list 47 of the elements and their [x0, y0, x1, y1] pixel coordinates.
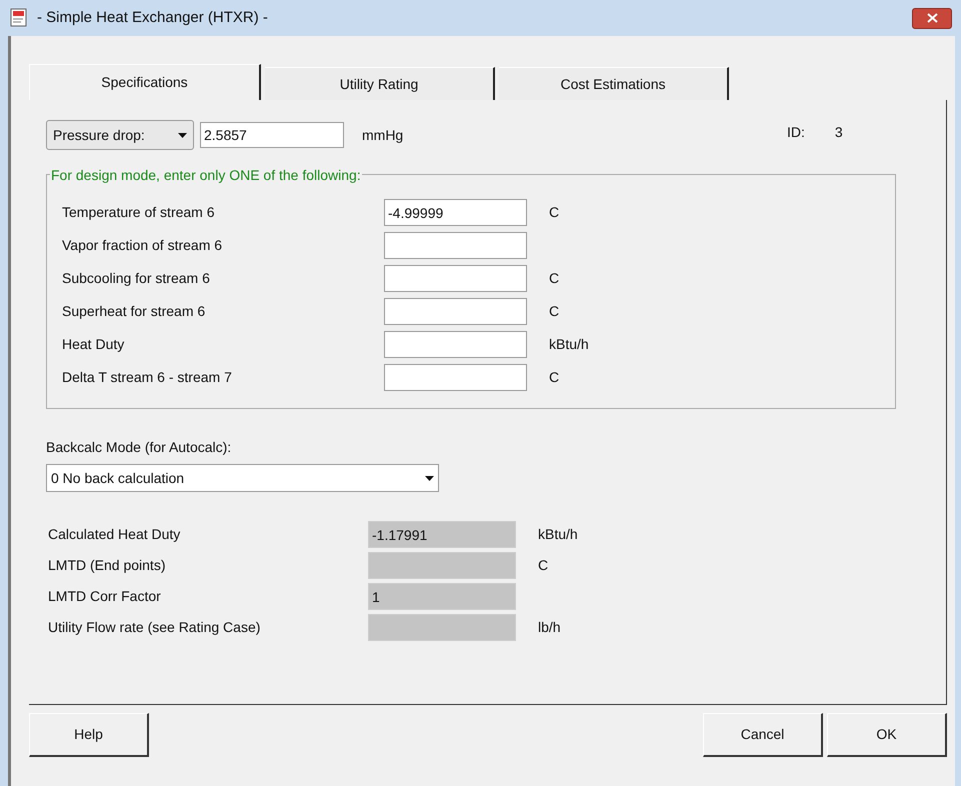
unit-label: C — [538, 556, 548, 575]
field-label: Subcooling for stream 6 — [62, 269, 211, 288]
id-label: ID: — [787, 123, 805, 142]
input-field[interactable] — [384, 265, 527, 292]
dialog-button[interactable]: OK — [827, 713, 947, 757]
tab[interactable]: Cost Estimations — [499, 67, 729, 100]
input-field[interactable] — [368, 614, 516, 641]
id-value: 3 — [834, 123, 843, 142]
close-button[interactable] — [912, 8, 952, 28]
input-field[interactable] — [384, 232, 527, 259]
input-field[interactable]: -4.99999 — [384, 199, 527, 226]
close-icon — [926, 13, 938, 23]
input-field[interactable] — [368, 552, 516, 579]
unit-label: C — [549, 269, 560, 288]
field-label: Heat Duty — [62, 335, 126, 354]
input-field[interactable] — [384, 298, 527, 325]
unit-label: kBtu/h — [538, 525, 578, 544]
input-field[interactable]: -1.17991 — [368, 521, 516, 548]
document-icon — [9, 8, 29, 28]
field-label: Calculated Heat Duty — [48, 525, 182, 544]
field-label: LMTD (End points) — [48, 556, 166, 575]
pressure-drop-field[interactable]: 2.5857 — [200, 122, 344, 148]
field-label: Vapor fraction of stream 6 — [62, 236, 224, 255]
unit-label: C — [549, 203, 560, 222]
input-field[interactable]: 1 — [368, 583, 516, 610]
backcalc-label: Backcalc Mode (for Autocalc): — [46, 438, 232, 457]
pressure-mode-dropdown[interactable]: Pressure drop: — [46, 120, 194, 150]
tab[interactable]: Utility Rating — [265, 67, 495, 100]
backcalc-dropdown[interactable]: 0 No back calculation — [46, 464, 439, 492]
unit-label: lb/h — [538, 618, 561, 637]
dropdown-arrow-icon — [425, 476, 434, 480]
dialog-button[interactable]: Help — [29, 713, 149, 757]
unit-label: C — [549, 302, 560, 321]
field-label: Superheat for stream 6 — [62, 302, 206, 321]
field-label: LMTD Corr Factor — [48, 587, 162, 606]
dialog-button[interactable]: Cancel — [703, 713, 823, 757]
input-field[interactable] — [384, 364, 527, 391]
tab[interactable]: Specifications — [29, 64, 261, 100]
input-field[interactable] — [384, 331, 527, 358]
unit-label: kBtu/h — [549, 335, 589, 354]
field-label: Delta T stream 6 - stream 7 — [62, 368, 233, 387]
field-label: Utility Flow rate (see Rating Case) — [48, 618, 262, 637]
field-label: Temperature of stream 6 — [62, 203, 216, 222]
unit-label: mmHg — [362, 126, 404, 145]
dropdown-arrow-icon — [178, 132, 187, 138]
unit-label: C — [549, 368, 560, 387]
window-title: - Simple Heat Exchanger (HTXR) - — [37, 8, 268, 28]
